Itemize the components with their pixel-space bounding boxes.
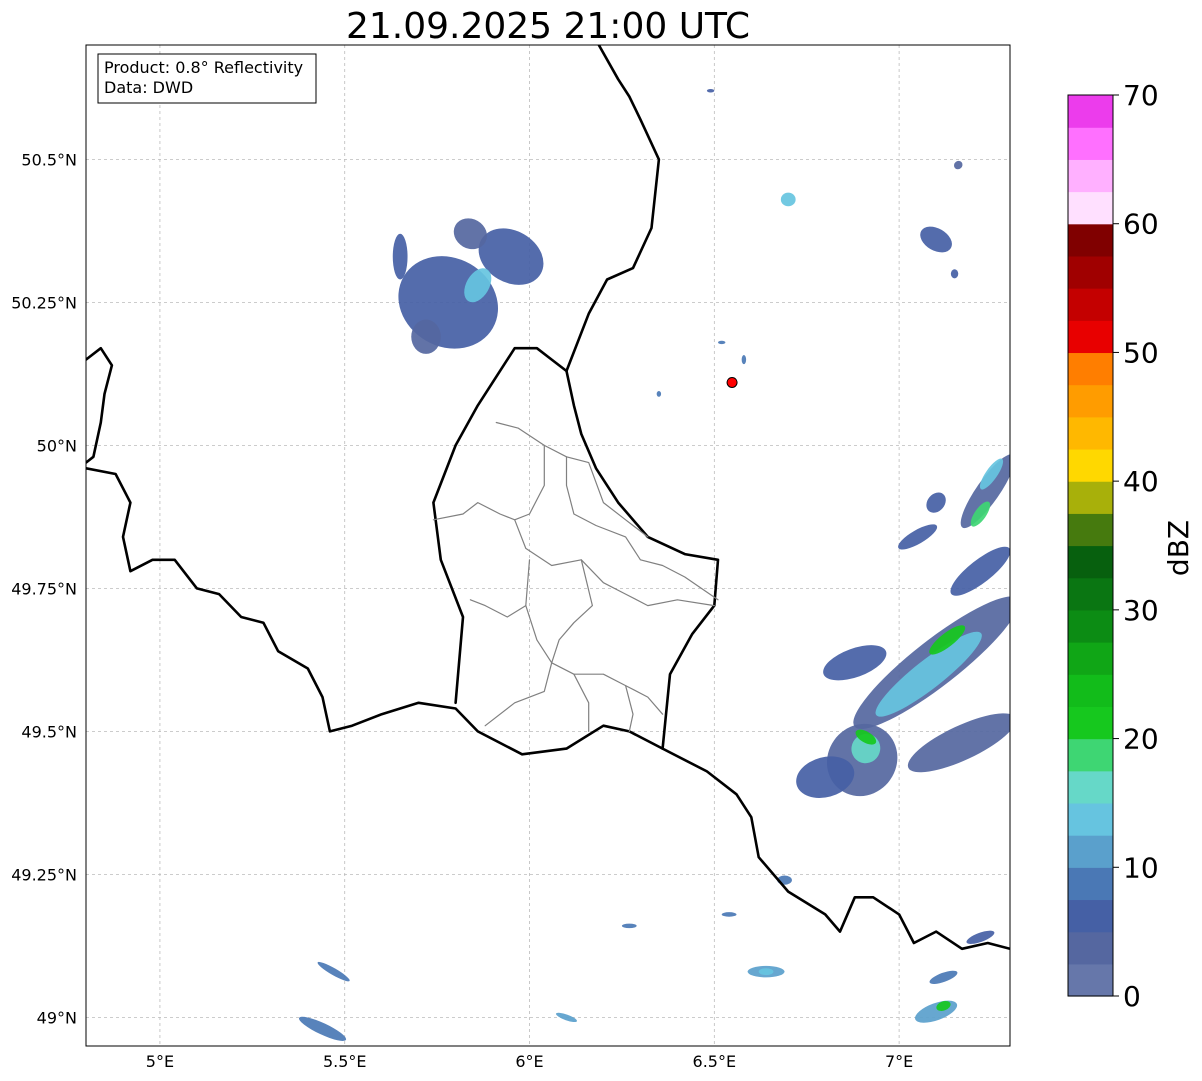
radar-echo <box>950 269 959 279</box>
colorbar-bin <box>1068 545 1113 579</box>
info-box: Product: 0.8° Reflectivity Data: DWD <box>97 53 317 104</box>
colorbar: 0 10 20 30 40 50 60 70 dBZ <box>1067 79 1195 1013</box>
colorbar-bin <box>1068 95 1113 128</box>
colorbar-bin <box>1068 931 1113 965</box>
x-tick-label: 6.5°E <box>693 1052 737 1071</box>
radar-echo <box>656 391 662 397</box>
colorbar-bin <box>1068 963 1113 997</box>
y-tick-label: 50.25°N <box>11 293 77 312</box>
colorbar-bin <box>1068 416 1113 450</box>
colorbar-bin <box>1068 223 1113 257</box>
radar-echo <box>718 340 726 345</box>
colorbar-tick-label: 30 <box>1123 594 1159 627</box>
radar-echo <box>758 968 774 976</box>
radar-echo <box>392 233 408 280</box>
map-background <box>86 45 1010 1046</box>
figure-title: 21.09.2025 21:00 UTC <box>346 6 750 47</box>
colorbar-bin <box>1068 384 1113 418</box>
colorbar-bin <box>1068 513 1113 547</box>
radar-echo <box>721 912 737 917</box>
latitude-ticks: 49°N 49.25°N 49.5°N 49.75°N 50°N 50.25°N 50.5°… <box>11 150 77 1027</box>
colorbar-bins <box>1068 95 1113 997</box>
x-tick-label: 5.5°E <box>323 1052 367 1071</box>
colorbar-tick-label: 10 <box>1123 851 1159 884</box>
longitude-ticks: 5°E 5.5°E 6°E 6.5°E 7°E <box>146 1052 913 1071</box>
colorbar-tick-label: 0 <box>1123 980 1141 1013</box>
colorbar-bin <box>1068 191 1113 225</box>
radar-echo <box>741 355 747 365</box>
colorbar-tick-label: 70 <box>1123 79 1159 112</box>
colorbar-tick-label: 60 <box>1123 208 1159 241</box>
colorbar-bin <box>1068 770 1113 804</box>
radar-echo <box>411 319 441 354</box>
info-data-source: Data: DWD <box>104 78 193 97</box>
x-tick-label: 5°E <box>146 1052 174 1071</box>
y-tick-label: 49°N <box>37 1008 77 1027</box>
map-panel: 5°E 5.5°E 6°E 6.5°E 7°E 49°N 49.25°N 49.5°N 49.… <box>11 44 1011 1071</box>
colorbar-bin <box>1068 899 1113 933</box>
radar-figure: 21.09.2025 21:00 UTC 5°E 5.5°E 6°E 6.5°E 7°E… <box>11 6 1195 1071</box>
colorbar-bin <box>1068 674 1113 707</box>
colorbar-bin <box>1068 867 1113 901</box>
colorbar-bin <box>1068 706 1113 740</box>
colorbar-bin <box>1068 320 1113 354</box>
y-tick-label: 49.75°N <box>11 579 77 598</box>
radar-echo <box>706 89 715 93</box>
colorbar-bin <box>1068 352 1113 386</box>
colorbar-label: dBZ <box>1162 520 1195 576</box>
colorbar-tick-label: 40 <box>1123 465 1159 498</box>
colorbar-tick-label: 20 <box>1123 723 1159 756</box>
y-tick-label: 50°N <box>37 436 77 455</box>
colorbar-bin <box>1068 802 1113 836</box>
colorbar-bin <box>1068 609 1113 643</box>
radar-site-marker <box>726 376 738 388</box>
colorbar-bin <box>1068 642 1113 675</box>
colorbar-bin <box>1068 835 1113 868</box>
colorbar-bin <box>1068 288 1113 321</box>
radar-echo <box>780 192 796 207</box>
colorbar-bin <box>1068 255 1113 289</box>
y-tick-label: 49.5°N <box>21 722 77 741</box>
colorbar-bin <box>1068 159 1113 193</box>
colorbar-tick-label: 50 <box>1123 336 1159 369</box>
x-tick-label: 6°E <box>515 1052 543 1071</box>
y-tick-label: 50.5°N <box>21 150 77 169</box>
info-product: Product: 0.8° Reflectivity <box>104 58 303 77</box>
x-tick-label: 7°E <box>885 1052 913 1071</box>
y-tick-label: 49.25°N <box>11 865 77 884</box>
colorbar-bin <box>1068 577 1113 611</box>
colorbar-bin <box>1068 448 1113 482</box>
colorbar-bin <box>1068 127 1113 160</box>
colorbar-bin <box>1068 738 1113 772</box>
colorbar-bin <box>1068 481 1113 514</box>
radar-echo <box>621 923 637 929</box>
colorbar-ticks: 0 10 20 30 40 50 60 70 <box>1113 79 1159 1013</box>
